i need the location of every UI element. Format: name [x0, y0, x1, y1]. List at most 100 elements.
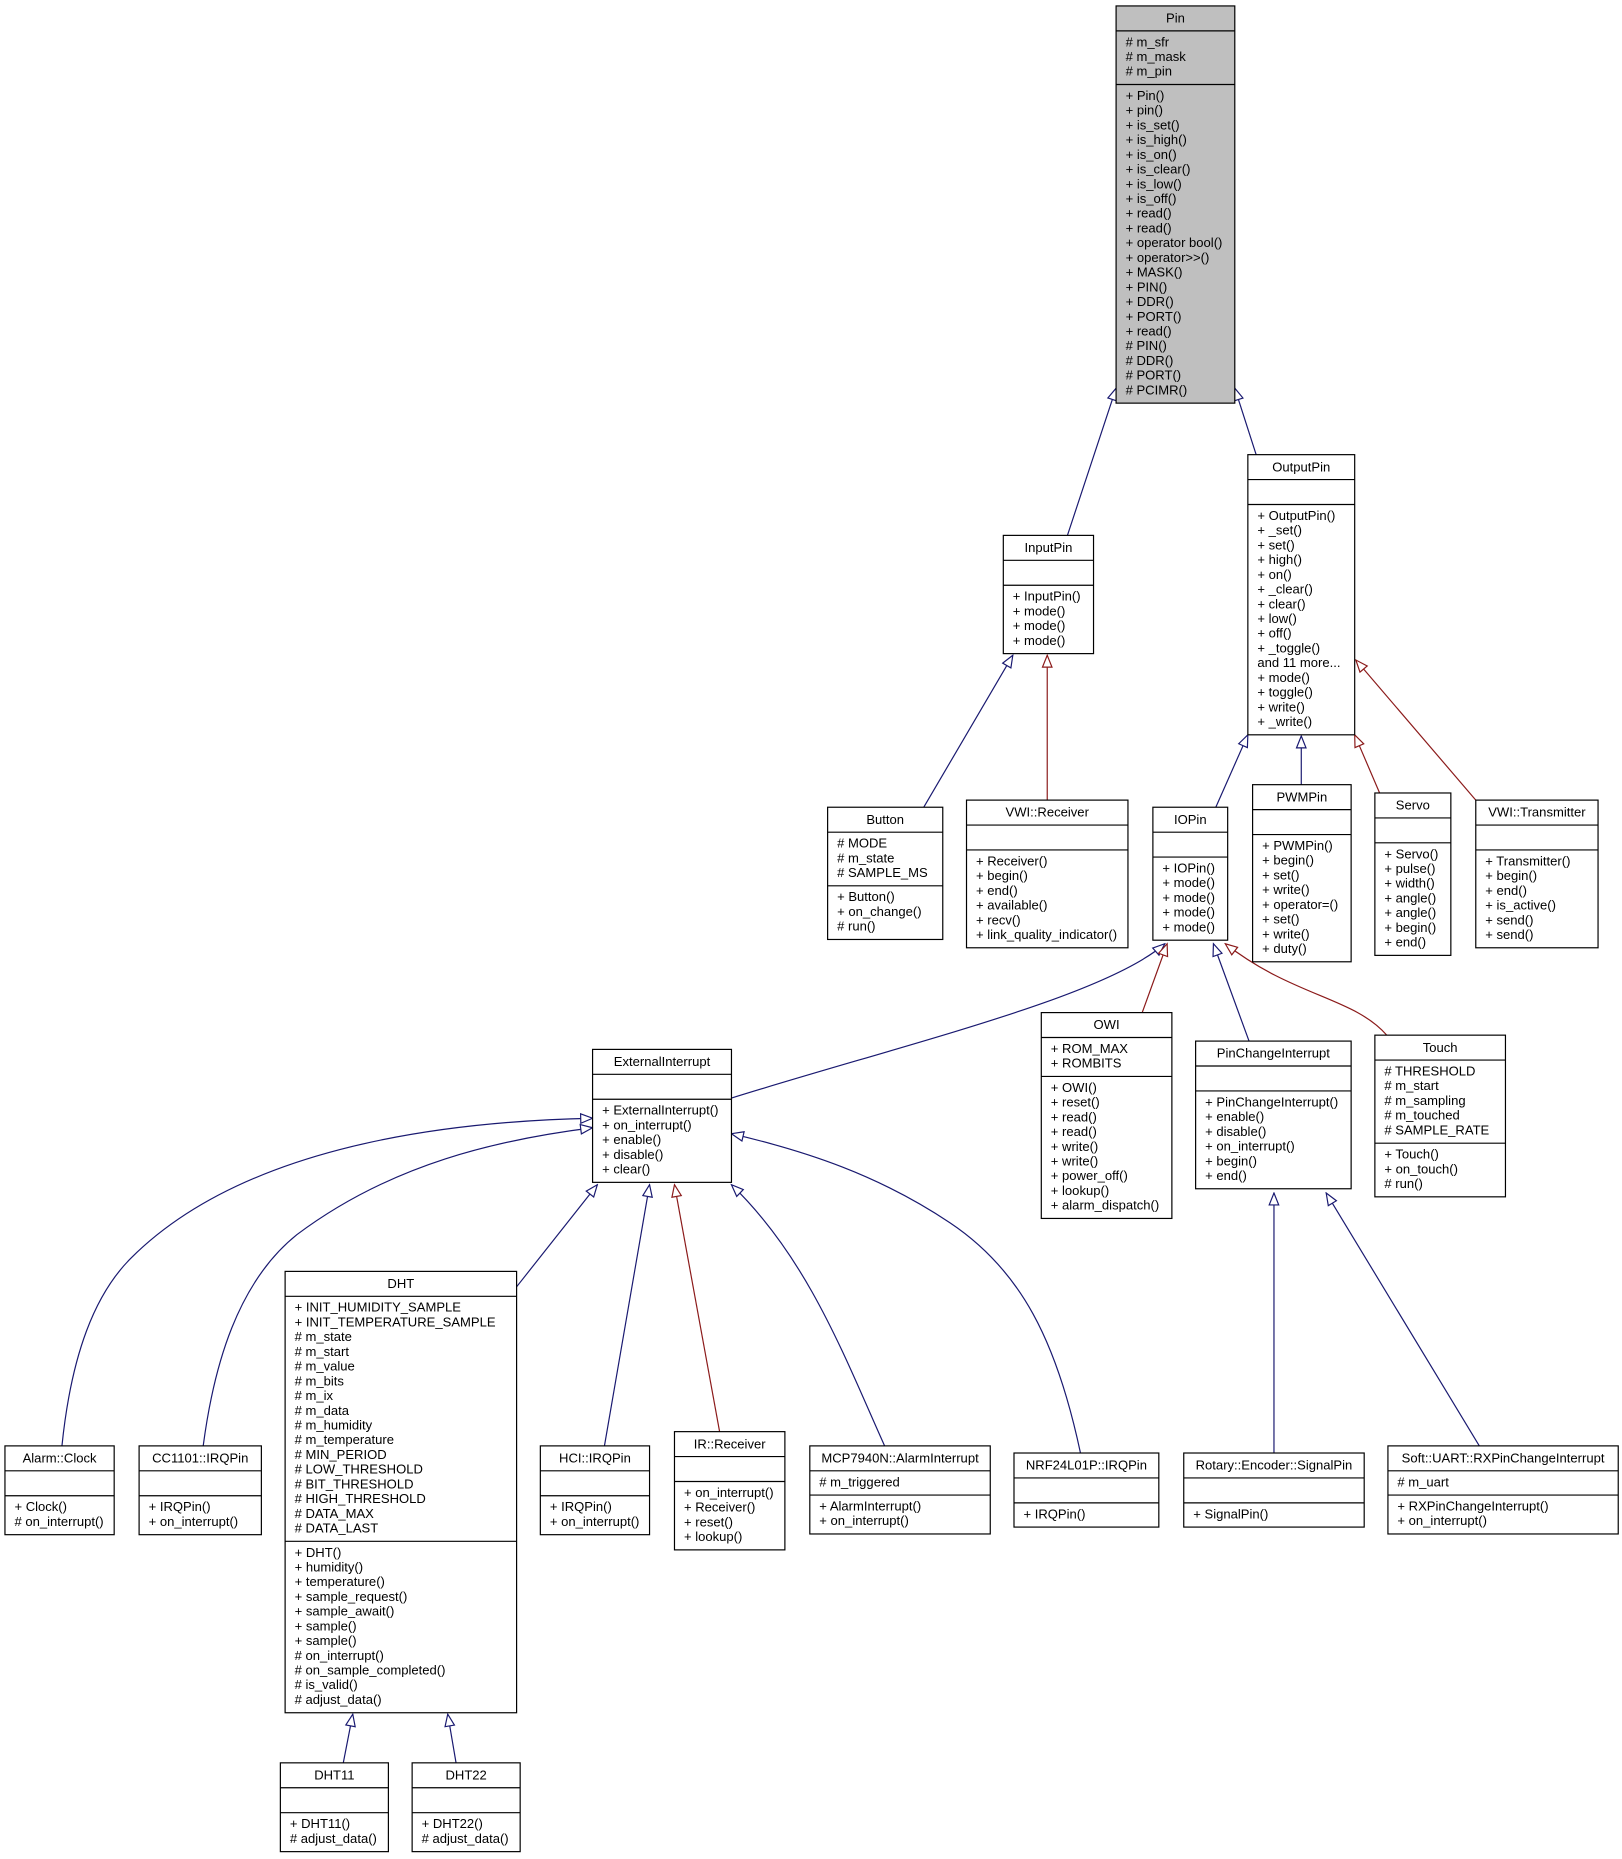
class-node-inputpin[interactable]: InputPin+ InputPin()+ mode()+ mode()+ mo…: [1002, 534, 1095, 655]
class-method: + IRQPin(): [1023, 1506, 1085, 1521]
class-node-mcp7940n-alarminterrupt[interactable]: MCP7940N::AlarmInterrupt# m_triggered+ A…: [809, 1445, 991, 1535]
class-attribute: # m_sampling: [1384, 1093, 1465, 1108]
class-attribute: # m_pin: [1126, 64, 1172, 79]
class-method: + pin(): [1126, 103, 1163, 118]
class-method: + on_interrupt(): [149, 1514, 239, 1529]
class-name: Button: [866, 812, 904, 827]
class-method: + pulse(): [1384, 861, 1435, 876]
class-name: PWMPin: [1276, 789, 1327, 804]
class-method: + link_quality_indicator(): [976, 927, 1117, 942]
class-node-dht[interactable]: DHT + INIT_HUMIDITY_SAMPLE+ INIT_TEMPERAT…: [284, 1270, 518, 1714]
class-attribute: # THRESHOLD: [1384, 1064, 1475, 1079]
class-node-vwi-receiver[interactable]: VWI::Receiver+ Receiver()+ begin()+ end(…: [965, 799, 1129, 949]
class-method: + enable(): [1205, 1109, 1264, 1124]
class-method: + is_set(): [1126, 117, 1180, 132]
class-attribute: # m_data: [295, 1403, 350, 1418]
class-name: ExternalInterrupt: [614, 1054, 711, 1069]
class-method: + SignalPin(): [1193, 1506, 1268, 1521]
class-node-dht11[interactable]: DHT11 + DHT11()# adjust_data(): [279, 1762, 389, 1853]
class-method: + set(): [1262, 912, 1299, 927]
class-method: + Clock(): [14, 1499, 67, 1514]
class-node-cc1101-irqpin[interactable]: CC1101::IRQPin+ IRQPin()+ on_interrupt(): [138, 1445, 262, 1536]
class-method: + on_interrupt(): [1205, 1139, 1295, 1154]
class-method: + DHT22(): [422, 1816, 483, 1831]
class-method: + IOPin(): [1162, 861, 1215, 876]
inheritance-edge-dht-to-externalinterrupt: [516, 1185, 598, 1288]
class-node-ir-receiver[interactable]: IR::Receiver+ on_interrupt()+ Receiver()…: [673, 1431, 786, 1551]
class-method: + send(): [1485, 927, 1533, 942]
class-node-vwi-transmitter[interactable]: VWI::Transmitter+ Transmitter()+ begin()…: [1475, 799, 1599, 949]
class-method: + mode(): [1013, 633, 1066, 648]
class-attribute: # m_humidity: [295, 1418, 373, 1433]
class-node-servo[interactable]: Servo+ Servo()+ pulse()+ width()+ angle(…: [1374, 792, 1452, 956]
class-name: OutputPin: [1272, 459, 1330, 474]
class-method: + write(): [1051, 1153, 1098, 1168]
class-method: + PIN(): [1126, 279, 1168, 294]
class-method: # adjust_data(): [295, 1692, 382, 1707]
class-name: DHT11: [314, 1767, 354, 1782]
class-name: OWI: [1094, 1017, 1120, 1032]
class-name: IR::Receiver: [694, 1436, 766, 1451]
class-method: # run(): [1384, 1176, 1422, 1191]
class-method: + begin(): [976, 868, 1028, 883]
class-method: + recv(): [976, 912, 1021, 927]
class-attribute: # m_value: [295, 1359, 355, 1374]
inheritance-edge-servo-to-outputpin: [1355, 735, 1381, 794]
class-node-button[interactable]: Button # MODE# m_state# SAMPLE_MS + Button…: [827, 806, 944, 941]
class-method: + begin(): [1384, 920, 1436, 935]
class-node-rotary-encoder-signalpin[interactable]: Rotary::Encoder::SignalPin+ SignalPin(): [1183, 1452, 1365, 1528]
class-method: + duty(): [1262, 941, 1307, 956]
class-method: + is_active(): [1485, 898, 1556, 913]
class-method: + ExternalInterrupt(): [602, 1103, 718, 1118]
class-node-touch[interactable]: Touch # THRESHOLD# m_start# m_sampling# m…: [1374, 1034, 1507, 1198]
class-name: Touch: [1423, 1040, 1458, 1055]
class-attribute: # m_touched: [1384, 1108, 1459, 1123]
class-method: + mode(): [1162, 890, 1215, 905]
class-method: + Receiver(): [684, 1500, 755, 1515]
class-node-dht22[interactable]: DHT22 + DHT22()# adjust_data(): [411, 1762, 521, 1853]
class-attribute: # m_state: [837, 850, 894, 865]
inheritance-edge-mcp7940n-alarminterrupt-to-externalinterrupt: [731, 1185, 886, 1447]
inheritance-edge-owi-to-iopin: [1141, 944, 1167, 1013]
class-node-outputpin[interactable]: OutputPin + OutputPin()+ _set()+ set()+ h…: [1247, 454, 1356, 736]
class-node-pin[interactable]: Pin# m_sfr# m_mask# m_pin+ Pin()+ pin()+…: [1115, 5, 1236, 404]
class-method: + read(): [1126, 323, 1172, 338]
class-name: MCP7940N::AlarmInterrupt: [821, 1451, 979, 1466]
inheritance-edge-ir-receiver-to-externalinterrupt: [674, 1185, 721, 1432]
class-nodes: Pin# m_sfr# m_mask# m_pin+ Pin()+ pin()+…: [4, 5, 1619, 1853]
class-method: + Touch(): [1384, 1147, 1439, 1162]
class-method: # on_interrupt(): [295, 1648, 384, 1663]
class-attribute: # LOW_THRESHOLD: [295, 1462, 423, 1477]
class-node-hci-irqpin[interactable]: HCI::IRQPin+ IRQPin()+ on_interrupt(): [539, 1445, 651, 1536]
class-method: + alarm_dispatch(): [1051, 1198, 1159, 1213]
class-node-owi[interactable]: OWI+ ROM_MAX+ ROMBITS+ OWI()+ reset()+ r…: [1040, 1012, 1173, 1220]
inheritance-edge-dht11-to-dht: [342, 1714, 352, 1763]
class-attribute: + INIT_HUMIDITY_SAMPLE: [295, 1300, 462, 1315]
class-node-alarm-clock[interactable]: Alarm::Clock+ Clock()# on_interrupt(): [4, 1445, 115, 1536]
class-method: # PIN(): [1126, 338, 1167, 353]
class-method: + width(): [1384, 876, 1434, 891]
inheritance-edge-hci-irqpin-to-externalinterrupt: [603, 1185, 649, 1446]
class-name: Alarm::Clock: [23, 1451, 97, 1466]
class-attribute: # BIT_THRESHOLD: [295, 1476, 414, 1491]
class-method: + is_clear(): [1126, 162, 1191, 177]
class-method: + mode(): [1013, 603, 1066, 618]
class-method: + on_change(): [837, 904, 922, 919]
class-attribute: # DATA_LAST: [295, 1521, 379, 1536]
class-method: + sample(): [295, 1633, 357, 1648]
class-method: + IRQPin(): [149, 1499, 211, 1514]
class-attribute: # MODE: [837, 836, 887, 851]
class-method: + on_interrupt(): [819, 1513, 909, 1528]
class-method: + reset(): [1051, 1095, 1100, 1110]
class-node-pinchangeinterrupt[interactable]: PinChangeInterrupt + PinChangeInterrupt()…: [1195, 1040, 1352, 1190]
class-node-soft-uart-rxpinchangeinterrupt[interactable]: Soft::UART::RXPinChangeInterrupt# m_uart…: [1387, 1445, 1619, 1535]
class-name: Soft::UART::RXPinChangeInterrupt: [1402, 1451, 1605, 1466]
class-method: + Receiver(): [976, 853, 1047, 868]
class-node-nrf24l01p-irqpin[interactable]: NRF24L01P::IRQPin+ IRQPin(): [1013, 1452, 1160, 1528]
class-method: # on_sample_completed(): [295, 1663, 446, 1678]
class-node-iopin[interactable]: IOPin+ IOPin()+ mode()+ mode()+ mode()+ …: [1152, 806, 1229, 941]
class-node-externalinterrupt[interactable]: ExternalInterrupt+ ExternalInterrupt()+ …: [591, 1048, 733, 1183]
class-node-pwmpin[interactable]: PWMPin+ PWMPin()+ begin()+ set()+ write(…: [1252, 784, 1352, 963]
class-method: + end(): [1205, 1168, 1247, 1183]
class-method: + reset(): [684, 1514, 733, 1529]
